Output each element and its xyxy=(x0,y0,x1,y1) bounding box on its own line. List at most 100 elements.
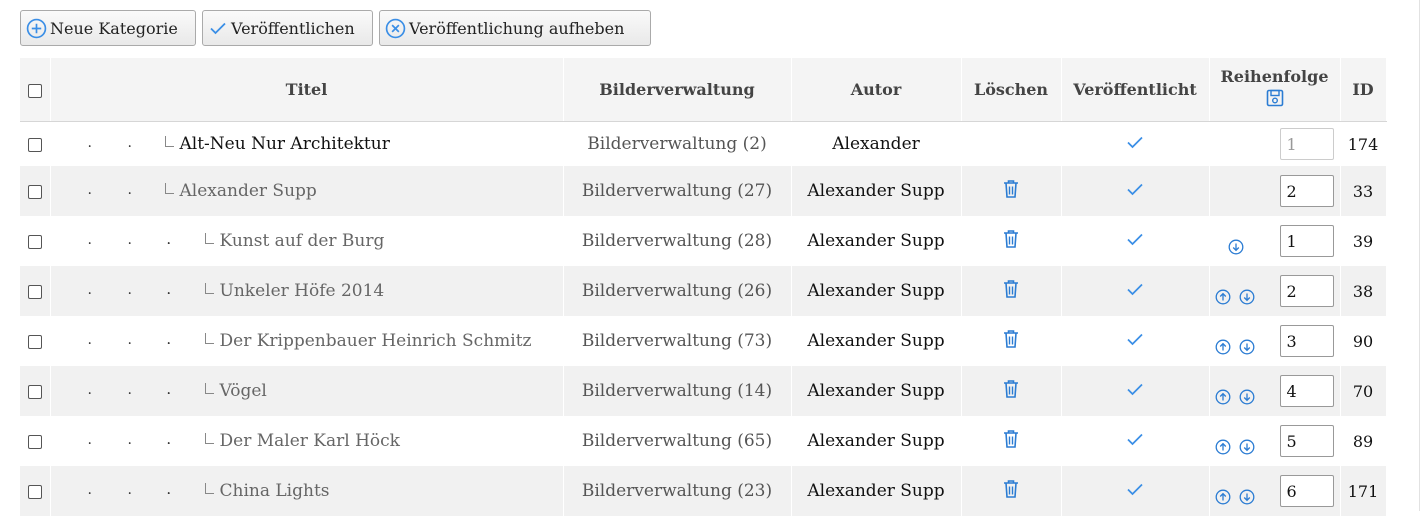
move-down-icon[interactable] xyxy=(1239,439,1255,455)
order-cell xyxy=(1209,416,1341,466)
save-order-icon[interactable] xyxy=(1265,88,1285,108)
author-name: Alexander Supp xyxy=(791,216,962,266)
images-link[interactable]: Bilderverwaltung (73) xyxy=(563,316,792,366)
order-input[interactable] xyxy=(1279,128,1334,160)
category-title-link[interactable]: Alexander Supp xyxy=(164,181,317,201)
order-input[interactable] xyxy=(1279,475,1334,507)
plus-circle-icon xyxy=(26,18,47,38)
column-title[interactable]: Titel xyxy=(50,58,564,122)
new-category-button[interactable]: Neue Kategorie xyxy=(20,10,196,46)
category-title[interactable]: Alexander Supp xyxy=(180,181,317,201)
move-up-icon[interactable] xyxy=(1215,439,1231,455)
category-title[interactable]: Unkeler Höfe 2014 xyxy=(220,281,385,301)
order-input[interactable] xyxy=(1279,375,1334,407)
row-checkbox[interactable] xyxy=(27,185,42,199)
images-link[interactable]: Bilderverwaltung (65) xyxy=(563,416,792,466)
order-input[interactable] xyxy=(1279,225,1334,257)
category-title[interactable]: Der Krippenbauer Heinrich Schmitz xyxy=(220,331,532,351)
category-title[interactable]: Der Maler Karl Höck xyxy=(220,431,400,451)
row-checkbox[interactable] xyxy=(27,335,42,349)
published-cell xyxy=(1061,266,1210,316)
row-checkbox[interactable] xyxy=(27,235,42,249)
published-check-icon[interactable] xyxy=(1125,429,1145,449)
tree-branch-icon xyxy=(204,233,214,244)
published-check-icon[interactable] xyxy=(1125,329,1145,349)
tree-branch-icon xyxy=(204,483,214,494)
category-title-link[interactable]: Alt-Neu Nur Architektur xyxy=(164,134,390,154)
order-input[interactable] xyxy=(1279,275,1334,307)
move-down-icon[interactable] xyxy=(1239,339,1255,355)
tree-branch-icon xyxy=(204,433,214,444)
row-id: 171 xyxy=(1340,466,1387,516)
move-up-icon[interactable] xyxy=(1215,389,1231,405)
images-link[interactable]: Bilderverwaltung (26) xyxy=(563,266,792,316)
column-order-label[interactable]: Reihenfolge xyxy=(1210,66,1340,88)
trash-icon[interactable] xyxy=(1001,378,1021,400)
category-title-link[interactable]: Kunst auf der Burg xyxy=(204,231,385,251)
row-checkbox[interactable] xyxy=(27,138,42,152)
category-title-link[interactable]: Vögel xyxy=(204,381,267,401)
published-check-icon[interactable] xyxy=(1125,379,1145,399)
category-title[interactable]: China Lights xyxy=(220,481,330,501)
publish-button[interactable]: Veröffentlichen xyxy=(202,10,373,46)
images-link[interactable]: Bilderverwaltung (28) xyxy=(563,216,792,266)
trash-icon[interactable] xyxy=(1001,178,1021,200)
trash-icon[interactable] xyxy=(1001,278,1021,300)
order-input[interactable] xyxy=(1279,425,1334,457)
category-title-link[interactable]: Der Maler Karl Höck xyxy=(204,431,400,451)
row-select-cell xyxy=(20,466,51,516)
trash-icon[interactable] xyxy=(1001,478,1021,500)
order-input[interactable] xyxy=(1279,175,1334,207)
published-cell xyxy=(1061,316,1210,366)
order-cell xyxy=(1209,366,1341,416)
row-select-cell xyxy=(20,166,51,216)
move-up-icon[interactable] xyxy=(1215,339,1231,355)
trash-icon[interactable] xyxy=(1001,328,1021,350)
table-row: .... Kunst auf der Burg Bilderverwaltung (… xyxy=(20,216,1387,266)
category-title[interactable]: Alt-Neu Nur Architektur xyxy=(180,134,390,154)
images-link[interactable]: Bilderverwaltung (2) xyxy=(563,121,792,166)
column-id[interactable]: ID xyxy=(1340,58,1387,122)
category-title[interactable]: Vögel xyxy=(220,381,267,401)
category-title[interactable]: Kunst auf der Burg xyxy=(220,231,385,251)
category-title-link[interactable]: Der Krippenbauer Heinrich Schmitz xyxy=(204,331,532,351)
trash-icon[interactable] xyxy=(1001,228,1021,250)
order-cell xyxy=(1209,166,1341,216)
unpublish-button[interactable]: Veröffentlichung aufheben xyxy=(379,10,651,46)
move-up-icon[interactable] xyxy=(1215,489,1231,505)
published-cell xyxy=(1061,466,1210,516)
row-checkbox[interactable] xyxy=(27,285,42,299)
table-row: .. Alexander Supp Bilderverwaltung (27) Ale… xyxy=(20,166,1387,216)
title-cell: .... Unkeler Höfe 2014 xyxy=(50,266,564,316)
move-down-icon[interactable] xyxy=(1228,239,1244,255)
column-published[interactable]: Veröffentlicht xyxy=(1061,58,1210,122)
move-up-icon[interactable] xyxy=(1215,289,1231,305)
published-check-icon[interactable] xyxy=(1125,229,1145,249)
tree-branch-icon xyxy=(204,383,214,394)
column-author[interactable]: Autor xyxy=(791,58,962,122)
move-down-icon[interactable] xyxy=(1239,289,1255,305)
category-title-link[interactable]: Unkeler Höfe 2014 xyxy=(204,281,385,301)
category-title-link[interactable]: China Lights xyxy=(204,481,330,501)
title-cell: .... China Lights xyxy=(50,466,564,516)
row-checkbox[interactable] xyxy=(27,385,42,399)
published-check-icon[interactable] xyxy=(1125,279,1145,299)
move-down-icon[interactable] xyxy=(1239,389,1255,405)
published-check-icon[interactable] xyxy=(1125,179,1145,199)
images-link[interactable]: Bilderverwaltung (14) xyxy=(563,366,792,416)
images-link[interactable]: Bilderverwaltung (23) xyxy=(563,466,792,516)
row-checkbox[interactable] xyxy=(27,485,42,499)
title-cell: .... Vögel xyxy=(50,366,564,416)
select-all-checkbox[interactable] xyxy=(27,83,42,98)
row-checkbox[interactable] xyxy=(27,435,42,449)
images-link[interactable]: Bilderverwaltung (27) xyxy=(563,166,792,216)
column-images[interactable]: Bilderverwaltung xyxy=(563,58,792,122)
published-check-icon[interactable] xyxy=(1125,132,1145,152)
trash-icon[interactable] xyxy=(1001,428,1021,450)
row-select-cell xyxy=(20,266,51,316)
published-check-icon[interactable] xyxy=(1125,479,1145,499)
row-select-cell xyxy=(20,121,51,166)
move-down-icon[interactable] xyxy=(1239,489,1255,505)
title-cell: .... Kunst auf der Burg xyxy=(50,216,564,266)
order-input[interactable] xyxy=(1279,325,1334,357)
